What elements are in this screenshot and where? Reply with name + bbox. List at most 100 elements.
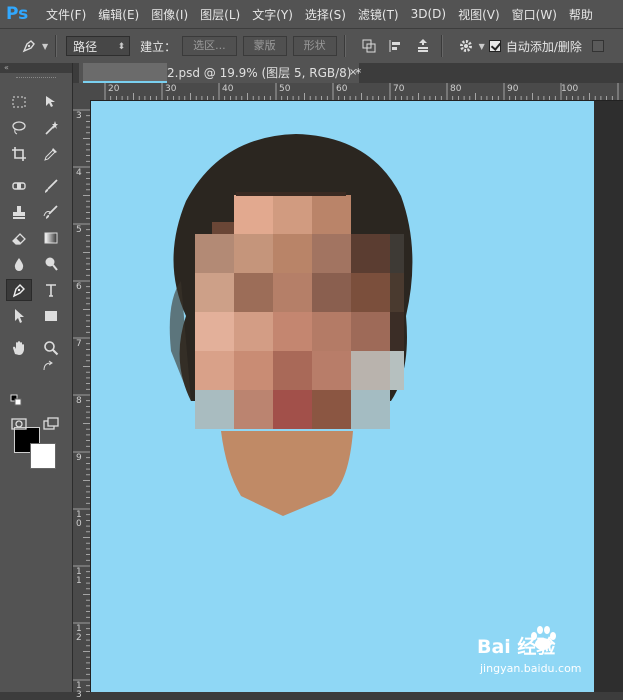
history-brush-tool[interactable]: [38, 201, 64, 223]
photoshop-logo: Ps: [6, 4, 29, 24]
canvas-area[interactable]: Bai 经验 jingyan.baidu.com: [91, 101, 623, 692]
quick-mask-button[interactable]: [6, 413, 32, 435]
ruler-label: 6: [76, 282, 82, 292]
menu-edit[interactable]: 编辑(E): [92, 6, 145, 23]
type-icon: [46, 284, 56, 297]
mosaic-tile: [273, 234, 312, 273]
pen-tool[interactable]: [6, 279, 32, 301]
bandage-icon: [12, 182, 26, 190]
mosaic-tile: [195, 390, 234, 429]
eraser-tool[interactable]: [6, 227, 32, 249]
ruler-label: 11: [76, 567, 82, 586]
eraser-icon: [12, 233, 26, 245]
select-arrows-icon: ⬍: [117, 42, 126, 52]
menu-file[interactable]: 文件(F): [40, 6, 92, 23]
magnifier-icon: [44, 341, 59, 356]
zoom-tool[interactable]: [38, 337, 64, 359]
mosaic-tile: [312, 312, 351, 351]
gradient-tool[interactable]: [38, 227, 64, 249]
menu-3d[interactable]: 3D(D): [405, 7, 452, 21]
pen-icon: [12, 284, 25, 298]
path-selection-icon: [15, 309, 24, 323]
mosaic-tile: [273, 390, 312, 429]
pen-tool-preset-button[interactable]: [18, 35, 40, 57]
clone-stamp-tool[interactable]: [6, 201, 32, 223]
watermark-brand: Bai 经验: [477, 636, 556, 658]
hand-tool[interactable]: [6, 337, 32, 359]
type-tool[interactable]: [38, 279, 64, 301]
menu-window[interactable]: 窗口(W): [506, 6, 563, 23]
make-selection-button[interactable]: 选区...: [182, 36, 237, 56]
menu-type[interactable]: 文字(Y): [246, 6, 299, 23]
brush-tool[interactable]: [38, 175, 64, 197]
ruler-label: 100: [561, 84, 579, 94]
divider: [55, 35, 58, 57]
hand-icon: [13, 341, 24, 355]
tools-panel: «: [0, 63, 73, 692]
eyedropper-tool[interactable]: [38, 143, 64, 165]
path-operations-button[interactable]: [358, 35, 380, 57]
horizontal-ruler[interactable]: 20 30 40 50 60 70 80 90 100: [90, 83, 623, 101]
spot-healing-tool[interactable]: [6, 175, 32, 197]
mosaic-tile: [273, 273, 312, 312]
path-arrangement-button[interactable]: [412, 35, 434, 57]
mosaic-tile: [351, 351, 390, 390]
menu-filter[interactable]: 滤镜(T): [352, 6, 405, 23]
chevron-down-icon[interactable]: ▼: [42, 42, 48, 51]
path-mode-value: 路径: [73, 40, 98, 54]
mosaic-tile: [312, 351, 351, 390]
ruler-label: 40: [222, 84, 234, 94]
menu-select[interactable]: 选择(S): [299, 6, 352, 23]
marquee-icon: [12, 96, 26, 108]
ruler-label: 30: [165, 84, 177, 94]
magic-wand-tool[interactable]: [38, 117, 64, 139]
move-tool[interactable]: [38, 91, 64, 113]
lasso-tool[interactable]: [6, 117, 32, 139]
make-mask-button[interactable]: 蒙版: [242, 36, 287, 56]
mosaic-tile: [195, 234, 234, 273]
path-alignment-button[interactable]: [385, 35, 407, 57]
dodge-tool[interactable]: [38, 253, 64, 275]
panel-grip[interactable]: [16, 77, 56, 81]
mosaic-tile: [351, 390, 390, 429]
ruler-label: 12: [76, 624, 82, 643]
stamp-icon: [13, 206, 25, 219]
tools-collapse-button[interactable]: «: [0, 63, 72, 73]
ruler-label: 9: [76, 453, 82, 463]
settings-button[interactable]: [455, 35, 477, 57]
auto-add-delete-checkbox[interactable]: [488, 40, 501, 52]
menu-layer[interactable]: 图层(L): [194, 6, 246, 23]
portrait-image: [169, 134, 413, 516]
menu-view[interactable]: 视图(V): [452, 6, 506, 23]
marquee-tool[interactable]: [6, 91, 32, 113]
screen-mode-button[interactable]: [38, 413, 64, 435]
crop-icon: [12, 147, 26, 161]
rectangle-icon: [45, 311, 57, 321]
document-tab[interactable]: 2.psd @ 19.9% (图层 5, RGB/8) * ×: [79, 63, 361, 83]
mosaic-tile: [312, 273, 351, 312]
swap-colors-button[interactable]: [38, 359, 58, 373]
quick-mask-icon: [11, 418, 27, 430]
ruler-origin[interactable]: [73, 83, 91, 101]
mosaic-tile: [195, 273, 234, 312]
blur-tool[interactable]: [6, 253, 32, 275]
close-icon[interactable]: ×: [349, 63, 357, 83]
path-selection-tool[interactable]: [6, 305, 32, 327]
gear-icon: [459, 40, 472, 52]
vertical-ruler[interactable]: 3 4 5 6 7 8 9 10 11 12 13: [73, 100, 91, 700]
align-edges-checkbox[interactable]: [591, 40, 604, 52]
crop-tool[interactable]: [6, 143, 32, 165]
rectangle-tool[interactable]: [38, 305, 64, 327]
dodge-icon: [45, 257, 58, 271]
document-canvas[interactable]: [91, 101, 623, 692]
menu-help[interactable]: 帮助: [563, 6, 599, 23]
background-color-swatch[interactable]: [30, 443, 56, 469]
path-mode-select[interactable]: 路径 ⬍: [66, 36, 131, 56]
default-colors-button[interactable]: [6, 393, 26, 407]
mosaic-tile: [195, 312, 234, 351]
auto-add-delete-label: 自动添加/删除: [505, 39, 582, 54]
make-shape-button[interactable]: 形状: [292, 36, 337, 56]
options-bar: ▼ 路径 ⬍ 建立： 选区... 蒙版 形状 ▼ 自动添加/删除: [0, 28, 623, 64]
chevron-down-icon[interactable]: ▼: [479, 42, 485, 51]
menu-image[interactable]: 图像(I): [145, 6, 194, 23]
